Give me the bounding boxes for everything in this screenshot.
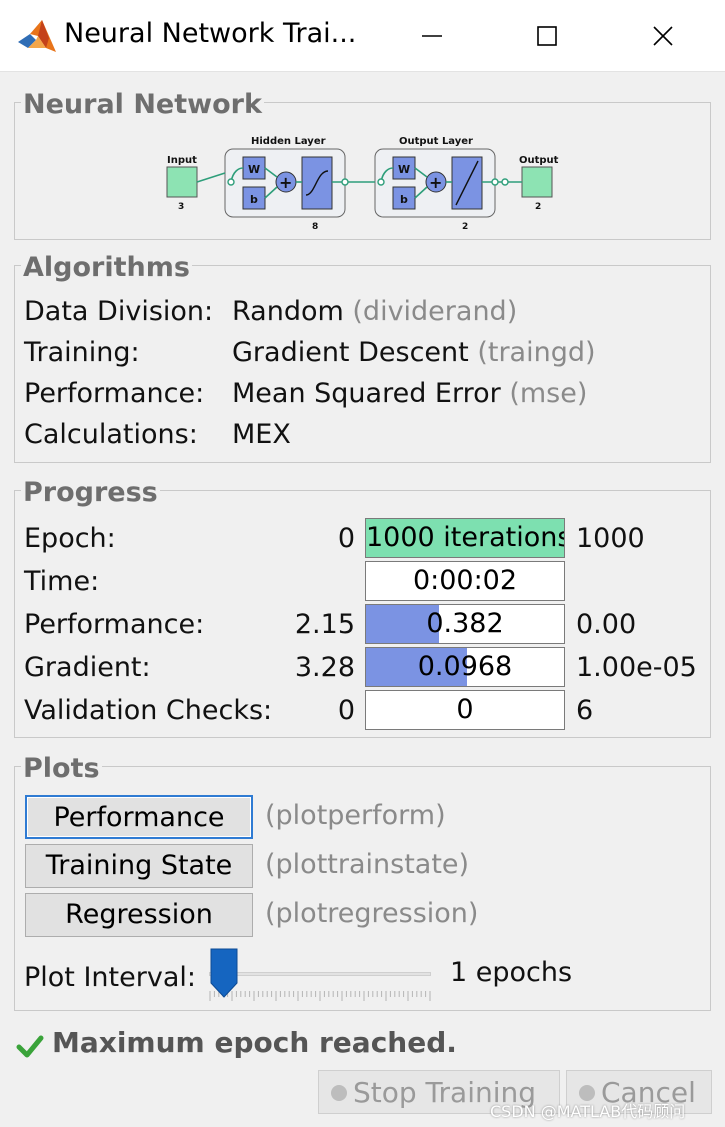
window-title: Neural Network Trai... bbox=[64, 18, 357, 49]
hidden-size: 8 bbox=[312, 222, 318, 232]
epoch-end: 1000 bbox=[576, 523, 645, 554]
gradient-progress-bar: 0.0968 bbox=[365, 647, 565, 687]
input-label: Input bbox=[167, 155, 197, 166]
slider-track bbox=[209, 972, 431, 976]
training-name: Gradient Descent bbox=[232, 337, 469, 368]
output-size: 2 bbox=[535, 202, 541, 212]
performance-end: 0.00 bbox=[576, 609, 637, 640]
plot-regression-fn: (plotregression) bbox=[265, 898, 479, 929]
performance-fn-name: Mean Squared Error bbox=[232, 378, 501, 409]
matlab-logo-icon bbox=[18, 20, 56, 52]
performance-fn-label: Performance: bbox=[24, 378, 205, 409]
output-plus-glyph: + bbox=[429, 173, 442, 192]
stop-icon bbox=[331, 1085, 347, 1101]
hidden-bias-label: b bbox=[250, 193, 258, 206]
time-value: 0:00:02 bbox=[412, 565, 518, 596]
check-icon bbox=[16, 1035, 44, 1058]
time-box: 0:00:02 bbox=[365, 561, 565, 601]
status-text: Maximum epoch reached. bbox=[52, 1026, 457, 1059]
time-label: Time: bbox=[24, 566, 100, 597]
watermark: CSDN @MATLAB代码顾问 bbox=[490, 1102, 686, 1121]
panel-title-progress: Progress bbox=[21, 477, 160, 508]
minimize-icon bbox=[422, 35, 442, 37]
network-diagram: Input 3 Hidden Layer W b + 8 Output Laye… bbox=[166, 136, 559, 232]
input-block bbox=[166, 166, 198, 198]
hidden-plus-glyph: + bbox=[279, 173, 292, 192]
plot-regression-button[interactable]: Regression bbox=[25, 893, 253, 937]
close-icon bbox=[653, 26, 673, 46]
output-layer-label: Output Layer bbox=[399, 136, 473, 147]
progress-panel: Progress Epoch: 0 1000 iterations 1000 T… bbox=[14, 477, 711, 738]
panel-title-plots: Plots bbox=[21, 753, 102, 784]
performance-fn-value: Mean Squared Error (mse) bbox=[232, 378, 587, 409]
gradient-label: Gradient: bbox=[24, 652, 151, 683]
data-division-name: Random bbox=[232, 296, 344, 327]
validation-checks-text: 0 bbox=[456, 694, 474, 725]
plots-panel: Plots Performance (plotperform) Training… bbox=[14, 753, 711, 1011]
validation-checks-bar: 0 bbox=[365, 690, 565, 730]
plot-interval-label: Plot Interval: bbox=[24, 962, 196, 993]
gradient-progress-text: 0.0968 bbox=[417, 651, 513, 682]
epoch-progress-text: 1000 iterations bbox=[366, 522, 565, 553]
data-division-label: Data Division: bbox=[24, 296, 214, 327]
data-division-fn: (dividerand) bbox=[352, 296, 518, 327]
hidden-weight-label: W bbox=[248, 163, 260, 176]
training-fn: (traingd) bbox=[477, 337, 596, 368]
input-size: 3 bbox=[178, 202, 184, 212]
plot-interval-slider[interactable] bbox=[209, 947, 431, 1005]
maximize-button[interactable] bbox=[517, 14, 577, 58]
output-label: Output bbox=[519, 155, 559, 166]
calculations-name: MEX bbox=[232, 419, 291, 450]
slider-thumb[interactable] bbox=[209, 947, 239, 999]
gradient-start: 3.28 bbox=[294, 652, 355, 683]
plot-performance-button[interactable]: Performance bbox=[25, 795, 253, 839]
calculations-label: Calculations: bbox=[24, 419, 198, 450]
gradient-end: 1.00e-05 bbox=[576, 652, 697, 683]
data-division-value: Random (dividerand) bbox=[232, 296, 517, 327]
neural-network-panel: Neural Network Input 3 Hidden Layer W b … bbox=[14, 89, 711, 240]
plot-training-state-button[interactable]: Training State bbox=[25, 844, 253, 888]
slider-ticks bbox=[209, 991, 431, 1001]
title-bar: Neural Network Trai... bbox=[0, 0, 725, 72]
maximize-icon bbox=[537, 26, 557, 46]
epoch-progress-bar: 1000 iterations bbox=[365, 518, 565, 558]
panel-title-algorithms: Algorithms bbox=[21, 252, 192, 283]
hidden-layer-label: Hidden Layer bbox=[251, 136, 326, 147]
close-button[interactable] bbox=[633, 14, 693, 58]
algorithms-panel: Algorithms Data Division: Random (divide… bbox=[14, 252, 711, 463]
minimize-button[interactable] bbox=[402, 14, 462, 58]
performance-progress-bar: 0.382 bbox=[365, 604, 565, 644]
plot-performance-fn: (plotperform) bbox=[265, 800, 446, 831]
output-block bbox=[521, 166, 553, 198]
plot-training-state-fn: (plottrainstate) bbox=[265, 849, 470, 880]
output-bias-label: b bbox=[400, 193, 408, 206]
output-layer-size: 2 bbox=[462, 222, 468, 232]
performance-fn-code: (mse) bbox=[509, 378, 588, 409]
training-label: Training: bbox=[24, 337, 140, 368]
plot-interval-value: 1 epochs bbox=[450, 957, 573, 988]
training-value: Gradient Descent (traingd) bbox=[232, 337, 596, 368]
performance-progress-text: 0.382 bbox=[426, 608, 504, 639]
validation-checks-end: 6 bbox=[576, 695, 594, 726]
validation-checks-start: 0 bbox=[337, 695, 355, 726]
calculations-value: MEX bbox=[232, 419, 291, 450]
epoch-label: Epoch: bbox=[24, 523, 116, 554]
epoch-start: 0 bbox=[337, 523, 355, 554]
performance-label: Performance: bbox=[24, 609, 205, 640]
output-weight-label: W bbox=[398, 163, 410, 176]
performance-start: 2.15 bbox=[294, 609, 355, 640]
